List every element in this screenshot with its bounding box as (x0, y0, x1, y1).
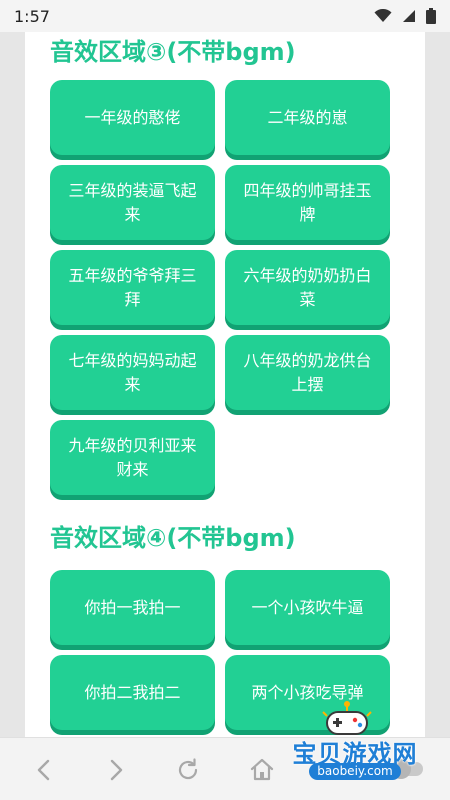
section-title-4: 音效区域④(不带bgm) (50, 524, 296, 552)
signal-icon (403, 10, 415, 22)
status-icons (374, 8, 436, 24)
sound-button[interactable]: 四年级的帅哥挂玉牌 (225, 165, 390, 240)
forward-icon[interactable] (102, 756, 130, 784)
sound-button[interactable]: 二年级的崽 (225, 80, 390, 155)
reload-icon[interactable] (174, 756, 202, 784)
section-title-3: 音效区域③(不带bgm) (50, 38, 296, 66)
sound-button[interactable]: 六年级的奶奶扔白菜 (225, 250, 390, 325)
sound-button[interactable]: 九年级的贝利亚来 财来 (50, 420, 215, 495)
sound-button[interactable]: 五年级的爷爷拜三拜 (50, 250, 215, 325)
sound-button[interactable]: 七年级的妈妈动起来 (50, 335, 215, 410)
battery-icon (426, 8, 436, 24)
watermark-url: baobeiy.com (309, 763, 401, 780)
page-content: 音效区域③(不带bgm) 一年级的憨佬 二年级的崽 三年级的装逼飞起来 四年级的… (25, 32, 425, 737)
sound-button[interactable]: 三年级的装逼飞起来 (50, 165, 215, 240)
sound-button[interactable]: 八年级的奶龙供台 上摆 (225, 335, 390, 410)
home-icon[interactable] (248, 756, 276, 784)
sound-button[interactable]: 一个小孩吹牛逼 (225, 570, 390, 645)
back-icon[interactable] (30, 756, 58, 784)
sound-button[interactable]: 一年级的憨佬 (50, 80, 215, 155)
wifi-icon (374, 9, 392, 22)
status-bar: 1:57 (0, 0, 450, 32)
sound-button[interactable]: 你拍一我拍一 (50, 570, 215, 645)
status-time: 1:57 (14, 6, 50, 26)
sound-button-grid-3: 一年级的憨佬 二年级的崽 三年级的装逼飞起来 四年级的帅哥挂玉牌 五年级的爷爷拜… (50, 80, 390, 495)
site-watermark: 宝贝游戏网 baobeiy.com (285, 700, 425, 782)
sound-button[interactable]: 你拍二我拍二 (50, 655, 215, 730)
